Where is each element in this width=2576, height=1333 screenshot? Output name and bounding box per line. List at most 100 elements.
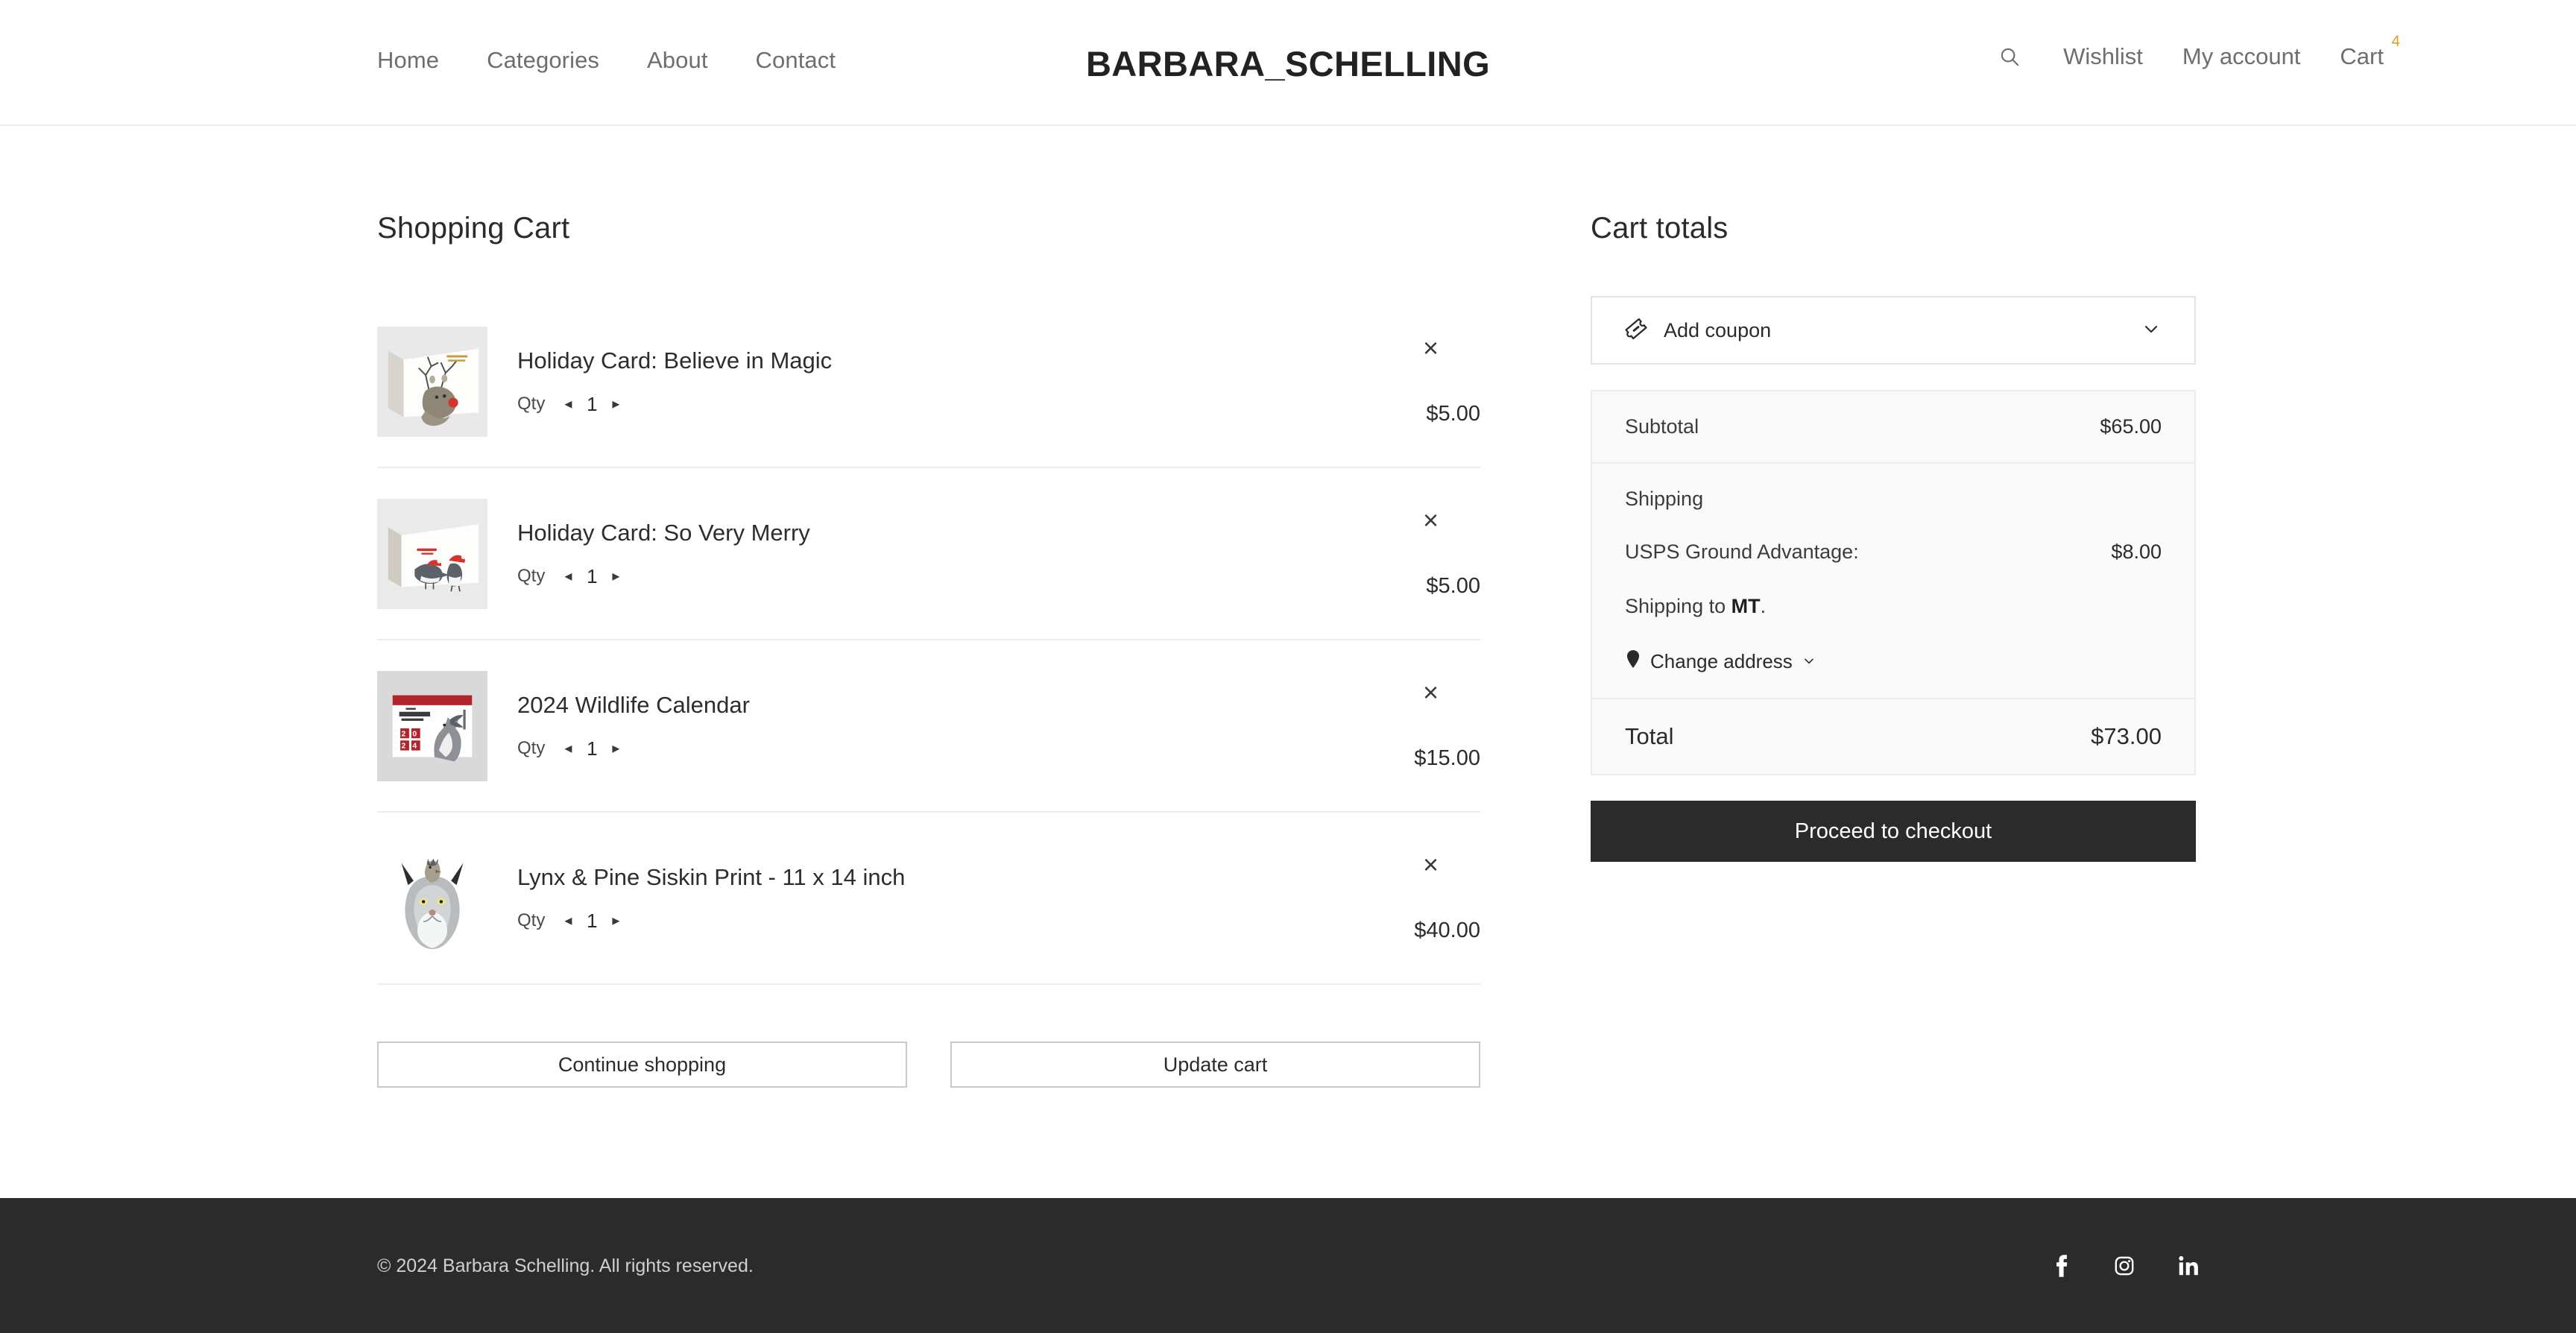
search-icon[interactable] — [1998, 45, 2021, 68]
nav-item-about[interactable]: About — [647, 47, 708, 74]
svg-text:0: 0 — [412, 730, 417, 738]
shipping-method-label: USPS Ground Advantage: — [1625, 541, 1859, 564]
brand-logo-text: BARBARA_SCHELLING — [1086, 43, 1490, 84]
linkedin-icon[interactable] — [2178, 1255, 2199, 1276]
cart-items-list: Holiday Card: Believe in Magic Qty ◂ 1 ▸… — [377, 296, 1480, 985]
cart-item-row: Holiday Card: So Very Merry Qty ◂ 1 ▸ × … — [377, 468, 1480, 640]
quantity-label: Qty — [517, 394, 545, 415]
location-pin-icon — [1625, 649, 1641, 674]
cart-label: Cart — [2340, 43, 2384, 69]
remove-item-button[interactable]: × — [1423, 679, 1439, 706]
shipping-destination: Shipping to MT. — [1625, 595, 2162, 618]
quantity-decrement-button[interactable]: ◂ — [561, 740, 575, 757]
add-coupon-toggle[interactable]: Add coupon — [1591, 296, 2196, 365]
quantity-increment-button[interactable]: ▸ — [609, 912, 622, 930]
product-thumbnail-holiday-card-so-very-merry[interactable] — [377, 499, 487, 609]
quantity-value: 1 — [585, 910, 599, 933]
add-coupon-left: Add coupon — [1625, 318, 2141, 344]
site-footer: © 2024 Barbara Schelling. All rights res… — [0, 1198, 2576, 1333]
shipping-destination-state: MT — [1731, 595, 1761, 617]
quantity-value: 1 — [585, 737, 599, 760]
facebook-icon[interactable] — [2051, 1255, 2071, 1277]
change-address-label: Change address — [1650, 650, 1793, 673]
shipping-method-line: USPS Ground Advantage: $8.00 — [1625, 541, 2162, 564]
shipping-destination-suffix: . — [1761, 595, 1767, 617]
cart-item-price: $15.00 — [1414, 746, 1480, 771]
coupon-ticket-icon — [1625, 318, 1647, 344]
cart-items-column: Shopping Cart — [377, 212, 1480, 1088]
continue-shopping-button[interactable]: Continue shopping — [377, 1041, 907, 1088]
cart-item-title[interactable]: Holiday Card: So Very Merry — [517, 519, 1480, 546]
copyright-text: © 2024 Barbara Schelling. All rights res… — [377, 1255, 754, 1277]
shipping-label: Shipping — [1625, 488, 2162, 511]
quantity-value: 1 — [585, 393, 599, 416]
chevron-down-icon — [2141, 318, 2162, 343]
product-thumbnail-2024-wildlife-calendar[interactable]: 20 24 — [377, 671, 487, 781]
nav-item-home[interactable]: Home — [377, 47, 439, 74]
svg-text:2: 2 — [402, 730, 406, 738]
cart-item-details: Lynx & Pine Siskin Print - 11 x 14 inch … — [517, 863, 1480, 932]
cart-totals-title: Cart totals — [1591, 212, 2196, 245]
total-value: $73.00 — [2091, 723, 2162, 750]
product-thumbnail-holiday-card-believe-in-magic[interactable] — [377, 327, 487, 437]
quantity-value: 1 — [585, 565, 599, 588]
primary-navigation: Home Categories About Contact — [377, 47, 836, 74]
nav-item-categories[interactable]: Categories — [487, 47, 599, 74]
quantity-decrement-button[interactable]: ◂ — [561, 567, 575, 585]
remove-item-button[interactable]: × — [1423, 851, 1439, 878]
utility-navigation: Wishlist My account Cart 4 — [1998, 43, 2400, 70]
nav-item-wishlist[interactable]: Wishlist — [2063, 43, 2143, 70]
cart-item-details: Holiday Card: Believe in Magic Qty ◂ 1 ▸ — [517, 347, 1480, 415]
change-address-button[interactable]: Change address — [1625, 649, 2162, 674]
subtotal-label: Subtotal — [1625, 415, 1699, 438]
quantity-stepper: Qty ◂ 1 ▸ — [517, 393, 1480, 416]
nav-item-contact[interactable]: Contact — [756, 47, 836, 74]
product-thumbnail-lynx-pine-siskin-print[interactable] — [377, 843, 487, 954]
subtotal-row: Subtotal $65.00 — [1592, 391, 2194, 464]
quantity-stepper: Qty ◂ 1 ▸ — [517, 737, 1480, 760]
footer-inner: © 2024 Barbara Schelling. All rights res… — [377, 1255, 2199, 1277]
cart-item-row: Holiday Card: Believe in Magic Qty ◂ 1 ▸… — [377, 296, 1480, 468]
proceed-to-checkout-button[interactable]: Proceed to checkout — [1591, 801, 2196, 862]
quantity-label: Qty — [517, 910, 545, 931]
cart-item-row: Lynx & Pine Siskin Print - 11 x 14 inch … — [377, 813, 1480, 985]
cart-action-buttons: Continue shopping Update cart — [377, 1041, 1480, 1088]
quantity-stepper: Qty ◂ 1 ▸ — [517, 565, 1480, 588]
add-coupon-label: Add coupon — [1664, 319, 1771, 342]
site-header: Home Categories About Contact BARBARA_SC… — [0, 0, 2576, 126]
shipping-row: Shipping USPS Ground Advantage: $8.00 Sh… — [1592, 464, 2194, 699]
cart-item-row: 20 24 2024 Wildlife Calendar — [377, 640, 1480, 813]
cart-item-title[interactable]: Holiday Card: Believe in Magic — [517, 347, 1480, 374]
cart-item-price: $5.00 — [1426, 574, 1480, 599]
update-cart-button[interactable]: Update cart — [950, 1041, 1480, 1088]
cart-item-details: Holiday Card: So Very Merry Qty ◂ 1 ▸ — [517, 519, 1480, 587]
chevron-down-small-icon — [1802, 650, 1816, 673]
cart-item-details: 2024 Wildlife Calendar Qty ◂ 1 ▸ — [517, 691, 1480, 760]
remove-item-button[interactable]: × — [1423, 507, 1439, 534]
quantity-increment-button[interactable]: ▸ — [609, 567, 622, 585]
total-row: Total $73.00 — [1592, 699, 2194, 774]
cart-item-title[interactable]: Lynx & Pine Siskin Print - 11 x 14 inch — [517, 863, 1480, 891]
svg-text:4: 4 — [412, 742, 417, 750]
shipping-destination-prefix: Shipping to — [1625, 595, 1731, 617]
quantity-increment-button[interactable]: ▸ — [609, 740, 622, 757]
svg-text:2: 2 — [402, 742, 406, 750]
nav-item-cart[interactable]: Cart 4 — [2340, 43, 2400, 70]
quantity-decrement-button[interactable]: ◂ — [561, 912, 575, 930]
remove-item-button[interactable]: × — [1423, 335, 1439, 362]
total-label: Total — [1625, 723, 1673, 750]
quantity-increment-button[interactable]: ▸ — [609, 395, 622, 413]
quantity-decrement-button[interactable]: ◂ — [561, 395, 575, 413]
quantity-label: Qty — [517, 738, 545, 759]
nav-item-my-account[interactable]: My account — [2182, 43, 2301, 70]
instagram-icon[interactable] — [2114, 1255, 2135, 1276]
shipping-method-value: $8.00 — [2111, 541, 2162, 564]
cart-count-badge: 4 — [2391, 33, 2400, 51]
cart-item-price: $5.00 — [1426, 402, 1480, 426]
quantity-stepper: Qty ◂ 1 ▸ — [517, 910, 1480, 933]
cart-totals-column: Cart totals Add coupon — [1591, 212, 2196, 862]
cart-totals-table: Subtotal $65.00 Shipping USPS Ground Adv… — [1591, 390, 2196, 775]
social-links — [2051, 1255, 2199, 1277]
cart-item-title[interactable]: 2024 Wildlife Calendar — [517, 691, 1480, 719]
page-title: Shopping Cart — [377, 212, 1480, 245]
